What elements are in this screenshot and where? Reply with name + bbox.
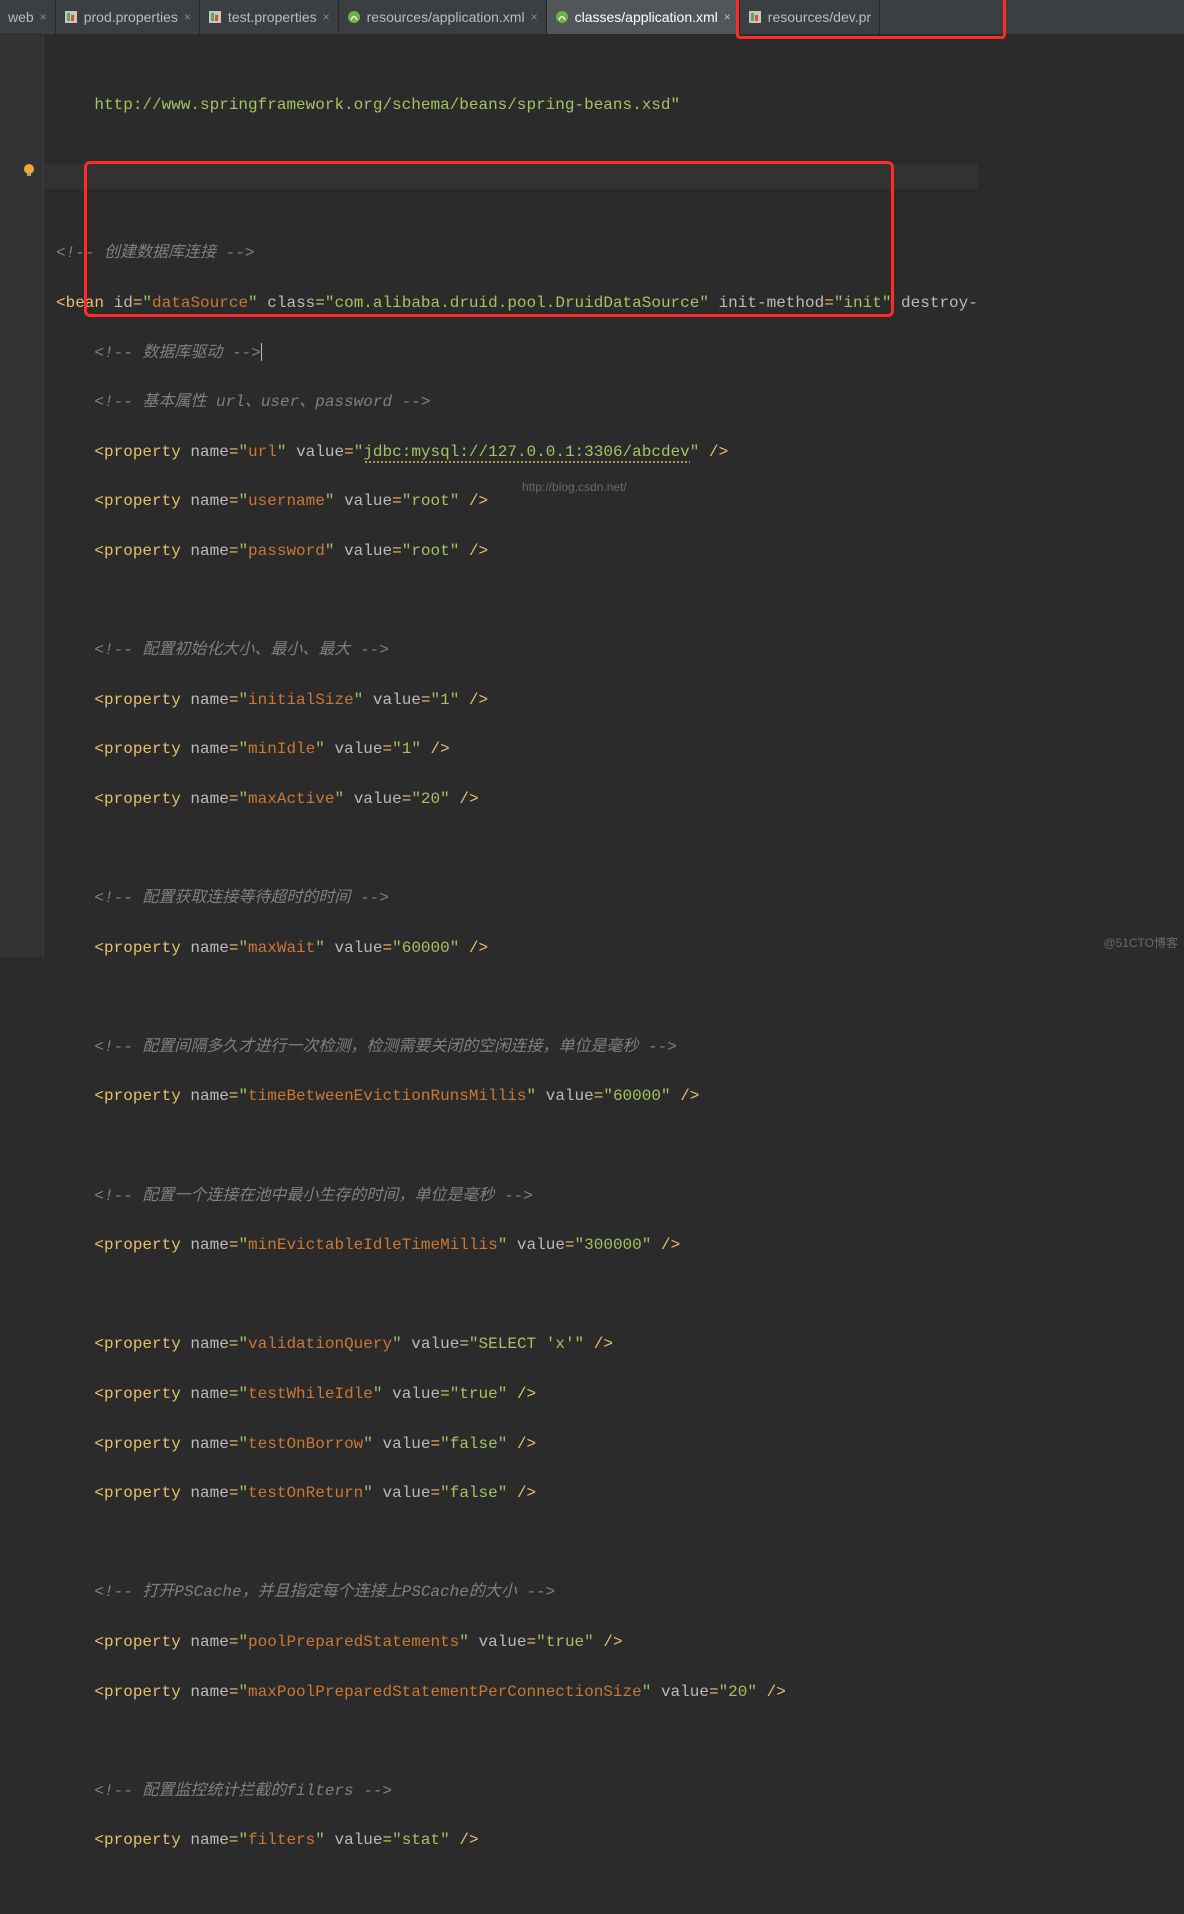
comment-evict-interval: <!-- 配置间隔多久才进行一次检测，检测需要关闭的空闲连接，单位是毫秒 --> xyxy=(94,1038,676,1056)
properties-file-icon xyxy=(748,10,762,24)
tab-prod-properties[interactable]: prod.properties × xyxy=(56,0,200,34)
spring-xml-icon xyxy=(347,10,361,24)
code-area[interactable]: http://www.springframework.org/schema/be… xyxy=(44,35,978,957)
close-icon[interactable]: × xyxy=(184,10,191,24)
properties-file-icon xyxy=(208,10,222,24)
tab-web[interactable]: web × xyxy=(0,0,56,34)
properties-file-icon xyxy=(64,10,78,24)
comment-pscache: <!-- 打开PSCache，并且指定每个连接上PSCache的大小 --> xyxy=(94,1583,555,1601)
editor-gutter xyxy=(0,35,44,957)
tab-resources-dev-properties[interactable]: resources/dev.pr xyxy=(740,0,880,34)
tab-test-properties[interactable]: test.properties × xyxy=(200,0,339,34)
tab-resources-application-xml[interactable]: resources/application.xml × xyxy=(339,0,547,34)
code-editor[interactable]: http://www.springframework.org/schema/be… xyxy=(0,35,1184,957)
comment-create-db: <!-- 创建数据库连接 --> xyxy=(56,244,254,262)
schema-url: http://www.springframework.org/schema/be… xyxy=(94,96,680,114)
file-label: resources/application.xml xyxy=(367,9,525,25)
comment-db-driver: <!-- 数据库驱动 --> xyxy=(94,344,260,362)
file-label: test.properties xyxy=(228,9,317,25)
file-label: web xyxy=(8,9,34,25)
close-icon[interactable]: × xyxy=(724,10,731,24)
tab-classes-application-xml[interactable]: classes/application.xml × xyxy=(547,0,740,34)
close-icon[interactable]: × xyxy=(531,10,538,24)
close-icon[interactable]: × xyxy=(40,10,47,24)
spring-xml-icon xyxy=(555,10,569,24)
editor-tab-bar: web × prod.properties × test.properties … xyxy=(0,0,1184,35)
file-label: resources/dev.pr xyxy=(768,9,871,25)
comment-basic-props: <!-- 基本属性 url、user、password --> xyxy=(94,393,430,411)
comment-init-size: <!-- 配置初始化大小、最小、最大 --> xyxy=(94,641,388,659)
close-icon[interactable]: × xyxy=(323,10,330,24)
intention-bulb-icon[interactable] xyxy=(22,163,36,177)
file-label: classes/application.xml xyxy=(575,9,718,25)
comment-max-wait: <!-- 配置获取连接等待超时的时间 --> xyxy=(94,889,388,907)
comment-min-evict: <!-- 配置一个连接在池中最小生存的时间，单位是毫秒 --> xyxy=(94,1187,532,1205)
comment-filters: <!-- 配置监控统计拦截的filters --> xyxy=(94,1782,392,1800)
file-label: prod.properties xyxy=(84,9,178,25)
